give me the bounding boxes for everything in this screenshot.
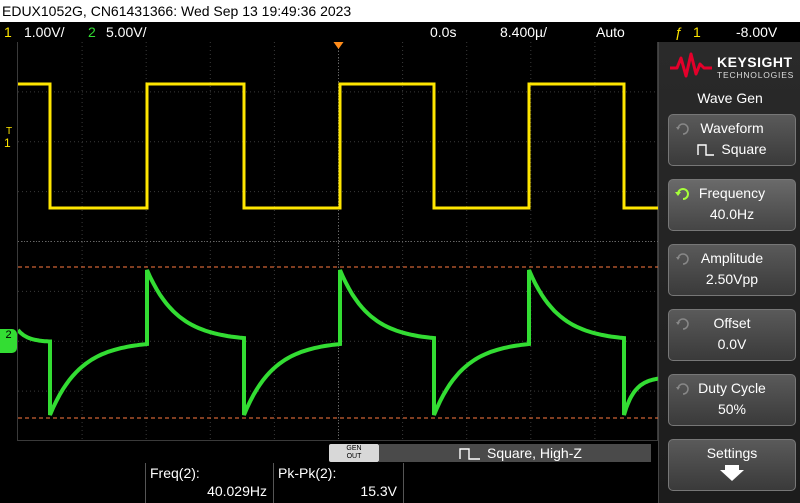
measurement-pkpk-value: 15.3V [360, 483, 397, 499]
square-wave-icon [697, 144, 715, 156]
wavegen-desc-text: Square, High-Z [487, 445, 582, 461]
ch2-marker-label: 2 [5, 329, 12, 341]
trigger-mode[interactable]: Auto [596, 22, 625, 42]
frequency-softkey[interactable]: Frequency 40.0Hz [668, 179, 796, 231]
waveform-value: Square [669, 141, 795, 157]
ch1-trace [18, 82, 659, 210]
down-arrow-head-icon [720, 470, 744, 481]
ch1-marker-label: 1 [4, 136, 11, 150]
measurement-pkpk[interactable]: Pk-Pk(2): 15.3V [273, 463, 404, 503]
status-bar: 1 1.00V/ 2 5.00V/ 0.0s 8.400µ/ Auto ƒ 1 … [0, 22, 800, 42]
window-title: EDUX1052G, CN61431366: Wed Sep 13 19:49:… [0, 0, 800, 22]
keysight-wave-icon [670, 52, 712, 78]
horizontal-delay[interactable]: 0.0s [430, 22, 456, 42]
softkey-panel: KEYSIGHT TECHNOLOGIES Wave Gen Waveform … [658, 42, 800, 503]
duty-cycle-label: Duty Cycle [698, 380, 766, 396]
waveform-softkey[interactable]: Waveform Square [668, 114, 796, 166]
wavegen-description: Square, High-Z [379, 444, 651, 462]
offset-value: 0.0V [717, 336, 747, 352]
ch2-number[interactable]: 2 [88, 22, 96, 42]
measurement-freq-label: Freq(2): [150, 465, 200, 481]
gen-out-button[interactable]: GEN OUT [329, 444, 379, 462]
measurement-freq[interactable]: Freq(2): 40.029Hz [145, 463, 273, 503]
ch1-number[interactable]: 1 [4, 22, 12, 42]
ch2-scale[interactable]: 5.00V/ [106, 22, 146, 42]
brand-subtitle: TECHNOLOGIES [717, 70, 795, 80]
wavegen-status-bar: GEN OUT Square, High-Z [17, 443, 658, 463]
frequency-label: Frequency [698, 185, 766, 201]
duty-cycle-softkey[interactable]: Duty Cycle 50% [668, 374, 796, 426]
offset-softkey[interactable]: Offset 0.0V [668, 309, 796, 361]
waveform-svg [18, 42, 659, 441]
trigger-edge-icon: ƒ [675, 24, 683, 40]
trigger-level[interactable]: -8.00V [736, 22, 777, 42]
ch2-ground-marker[interactable]: 2 [0, 329, 17, 353]
measurement-freq-value: 40.029Hz [207, 483, 267, 499]
brand-name: KEYSIGHT [717, 54, 793, 70]
waveform-label: Waveform [700, 120, 764, 136]
offset-label: Offset [713, 315, 751, 331]
brand-logo: KEYSIGHT TECHNOLOGIES [667, 48, 797, 84]
square-wave-icon [459, 448, 480, 460]
amplitude-value: 2.50Vpp [705, 271, 759, 287]
ch1-ground-marker[interactable]: 1 [4, 137, 11, 149]
waveform-value-text: Square [721, 141, 767, 157]
trigger-position-marker [333, 42, 344, 49]
timebase-scale[interactable]: 8.400µ/ [500, 22, 547, 42]
amplitude-label: Amplitude [700, 250, 764, 266]
settings-softkey[interactable]: Settings [668, 439, 796, 491]
waveform-display[interactable] [17, 42, 659, 441]
amplitude-softkey[interactable]: Amplitude 2.50Vpp [668, 244, 796, 296]
gen-out-label-top: GEN [346, 445, 362, 452]
duty-cycle-value: 50% [717, 401, 747, 417]
ch1-scale[interactable]: 1.00V/ [24, 22, 64, 42]
measurement-pkpk-label: Pk-Pk(2): [278, 465, 337, 481]
settings-label: Settings [706, 445, 758, 461]
gen-out-label-bottom: OUT [346, 453, 362, 460]
trigger-source[interactable]: 1 [693, 22, 701, 42]
menu-title: Wave Gen [697, 90, 763, 106]
frequency-value: 40.0Hz [709, 206, 755, 222]
